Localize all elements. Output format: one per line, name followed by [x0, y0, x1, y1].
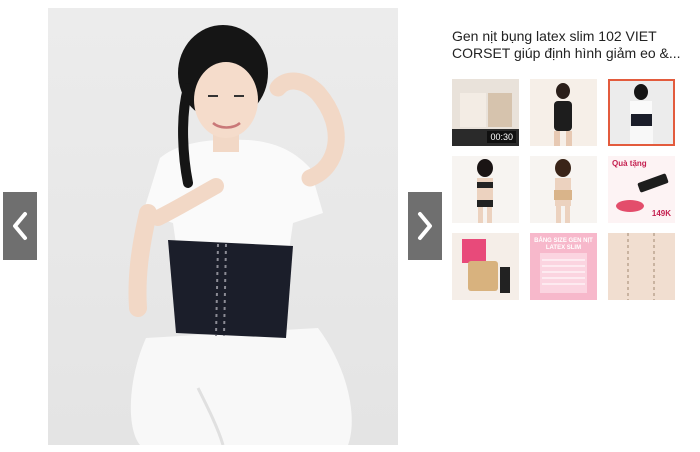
- thumbnail-image[interactable]: [608, 233, 675, 300]
- thumbnail-size-chart[interactable]: BẢNG SIZE GEN NỊT LATEX SLIM: [530, 233, 597, 300]
- main-product-image: [48, 8, 398, 445]
- prev-image-button[interactable]: [3, 192, 37, 260]
- product-title: Gen nịt bụng latex slim 102 VIET CORSET …: [452, 28, 681, 61]
- promo-price: 149K: [651, 209, 671, 218]
- chevron-right-icon: [418, 212, 432, 240]
- video-duration: 00:30: [487, 131, 516, 143]
- thumbnail-image: [530, 79, 597, 146]
- thumbnail-image: [608, 233, 675, 300]
- thumbnail-image: [610, 81, 673, 144]
- thumbnail-image-selected[interactable]: [608, 79, 675, 146]
- thumbnail-image[interactable]: [452, 233, 519, 300]
- thumbnail-image: [530, 156, 597, 223]
- size-chart-header: BẢNG SIZE GEN NỊT: [534, 238, 593, 244]
- thumbnail-image[interactable]: [530, 156, 597, 223]
- thumbnail-promo[interactable]: Quà tặng 149K: [608, 156, 675, 223]
- thumbnail-image[interactable]: [530, 79, 597, 146]
- size-chart-subheader: LATEX SLIM: [545, 245, 582, 251]
- promo-text: Quà tặng: [612, 159, 647, 168]
- thumbnail-image: [452, 233, 519, 300]
- thumbnail-video[interactable]: 00:30: [452, 79, 519, 146]
- chevron-left-icon: [13, 212, 27, 240]
- thumbnail-image[interactable]: [452, 156, 519, 223]
- thumbnail-grid: 00:30 Quà tặng 149K BẢNG SIZE GEN NỊT LA…: [452, 79, 675, 300]
- next-image-button[interactable]: [408, 192, 442, 260]
- model-illustration: [128, 25, 352, 445]
- thumbnail-image: [452, 156, 519, 223]
